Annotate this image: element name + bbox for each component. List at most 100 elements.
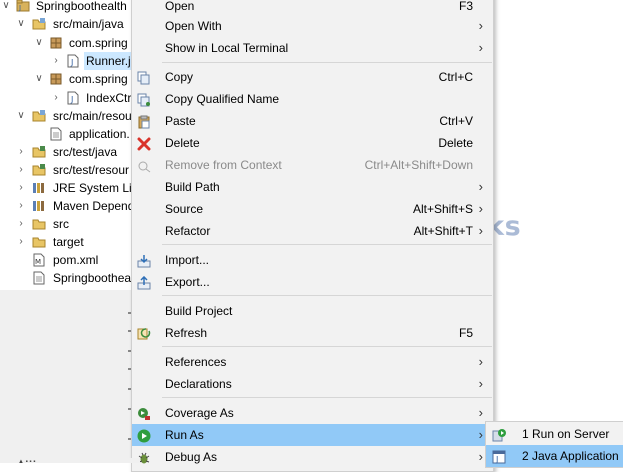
chevron-right-icon[interactable]: › bbox=[51, 52, 61, 70]
file-icon bbox=[32, 271, 46, 285]
menu-separator bbox=[162, 397, 492, 398]
menu-item-show-in-local-terminal[interactable]: Show in Local Terminal › bbox=[132, 37, 493, 59]
menu-item-declarations[interactable]: Declarations › bbox=[132, 373, 493, 395]
delete-icon bbox=[137, 136, 151, 151]
menu-item-references[interactable]: References › bbox=[132, 351, 493, 373]
menu-item-export[interactable]: Export... bbox=[132, 271, 493, 293]
library-icon bbox=[32, 181, 46, 195]
refresh-icon bbox=[137, 326, 151, 340]
menu-separator bbox=[162, 244, 492, 245]
expand-arrow-icon[interactable]: ∨ bbox=[16, 15, 26, 33]
menu-item-label: Refactor bbox=[165, 224, 211, 238]
tree-item-label: com.spring bbox=[69, 36, 128, 50]
java-file-icon: J bbox=[66, 91, 80, 105]
run-on-server-icon bbox=[492, 427, 506, 442]
submenu-arrow-icon: › bbox=[478, 405, 483, 420]
context-menu: Open F3 Open With › Show in Local Termin… bbox=[131, 0, 494, 472]
menu-item-shortcut: Delete bbox=[438, 136, 473, 150]
submenu-item-run-on-server[interactable]: 1 Run on Server bbox=[486, 423, 623, 445]
tree-item-label: Runner.j bbox=[84, 52, 133, 70]
tree-item-label: application. bbox=[69, 127, 130, 141]
menu-item-label: Export... bbox=[165, 275, 210, 289]
menu-item-build-path[interactable]: Build Path › bbox=[132, 176, 493, 198]
source-folder-icon bbox=[32, 17, 46, 31]
run-icon bbox=[137, 428, 151, 443]
tree-item-label: Springboothealth bbox=[36, 0, 127, 13]
menu-item-debug-as[interactable]: Debug As › bbox=[132, 446, 493, 468]
menu-item-label: Copy Qualified Name bbox=[165, 92, 280, 106]
tree-item-label: src/test/resour bbox=[53, 163, 130, 177]
source-folder-icon bbox=[32, 109, 46, 123]
source-folder-icon bbox=[32, 163, 46, 177]
menu-item-delete[interactable]: Delete Delete bbox=[132, 132, 493, 154]
submenu-item-java-application[interactable]: J 2 Java Application bbox=[486, 445, 623, 467]
menu-item-label: Copy bbox=[165, 70, 194, 84]
tree-item-label: target bbox=[53, 235, 84, 249]
tree-item-label: src/main/java bbox=[53, 17, 124, 31]
svg-text:J: J bbox=[70, 58, 73, 67]
copy-qualified-icon bbox=[137, 92, 151, 107]
tree-item-label: src bbox=[53, 217, 69, 231]
menu-item-copy-qualified-name[interactable]: Copy Qualified Name bbox=[132, 88, 493, 110]
properties-file-icon bbox=[49, 127, 63, 141]
remove-context-icon bbox=[137, 158, 151, 173]
menu-item-run-as[interactable]: Run As › bbox=[132, 424, 493, 446]
menu-item-paste[interactable]: Paste Ctrl+V bbox=[132, 110, 493, 132]
submenu-arrow-icon: › bbox=[478, 18, 483, 33]
menu-item-build-project[interactable]: Build Project bbox=[132, 300, 493, 322]
submenu-item-label: 1 Run on Server bbox=[522, 427, 610, 441]
menu-item-open-with[interactable]: Open With › bbox=[132, 15, 493, 37]
menu-item-shortcut: Ctrl+C bbox=[438, 70, 473, 84]
chevron-right-icon[interactable]: › bbox=[51, 89, 61, 107]
menu-item-label: References bbox=[165, 355, 227, 369]
menu-item-shortcut: Alt+Shift+S bbox=[412, 202, 473, 216]
expand-arrow-icon[interactable]: ∨ bbox=[1, 0, 11, 15]
menu-item-coverage-as[interactable]: Coverage As › bbox=[132, 402, 493, 424]
chevron-right-icon[interactable]: › bbox=[16, 143, 26, 161]
menu-item-label: Build Project bbox=[165, 304, 233, 318]
menu-item-label: Open With bbox=[165, 19, 222, 33]
expand-arrow-icon[interactable]: ∨ bbox=[34, 70, 44, 88]
tree-item-label: Maven Depend bbox=[53, 199, 135, 213]
source-folder-icon bbox=[32, 145, 46, 159]
menu-item-source[interactable]: Source Alt+Shift+S › bbox=[132, 198, 493, 220]
svg-text:M: M bbox=[35, 258, 41, 266]
expand-arrow-icon[interactable]: ∨ bbox=[16, 107, 26, 125]
menu-item-label: Delete bbox=[165, 136, 200, 150]
menu-item-label: Paste bbox=[165, 114, 196, 128]
chevron-right-icon[interactable]: › bbox=[16, 233, 26, 251]
chevron-right-icon[interactable]: › bbox=[16, 215, 26, 233]
menu-item-copy[interactable]: Copy Ctrl+C bbox=[132, 66, 493, 88]
menu-item-shortcut: Ctrl+V bbox=[439, 114, 473, 128]
chevron-right-icon[interactable]: › bbox=[16, 161, 26, 179]
menu-item-label: Import... bbox=[165, 253, 210, 267]
submenu-arrow-icon: › bbox=[478, 201, 483, 216]
status-strip: ▲ ▪ ▪ ▪ bbox=[0, 458, 140, 465]
menu-item-refresh[interactable]: Refresh F5 bbox=[132, 322, 493, 344]
folder-icon bbox=[32, 217, 46, 231]
chevron-right-icon[interactable]: › bbox=[16, 179, 26, 197]
tree-item-label: com.spring bbox=[69, 72, 128, 86]
menu-item-label: Source bbox=[165, 202, 204, 216]
svg-text:J: J bbox=[18, 4, 21, 12]
run-as-submenu: 1 Run on Server J 2 Java Application bbox=[485, 421, 623, 468]
menu-item-refactor[interactable]: Refactor Alt+Shift+T › bbox=[132, 220, 493, 242]
copy-icon bbox=[137, 70, 151, 85]
svg-text:J: J bbox=[70, 95, 73, 104]
menu-separator bbox=[162, 346, 492, 347]
chevron-right-icon[interactable]: › bbox=[16, 197, 26, 215]
menu-item-label: Debug As bbox=[165, 450, 218, 464]
package-icon bbox=[49, 72, 63, 86]
tree-item-label: Springboothea bbox=[53, 271, 132, 285]
folder-icon bbox=[32, 235, 46, 249]
menu-item-import[interactable]: Import... bbox=[132, 249, 493, 271]
submenu-arrow-icon: › bbox=[478, 40, 483, 55]
project-explorer-tree: ∨ J Springboothealth ∨ src/main/java ∨ c… bbox=[0, 0, 140, 290]
expand-arrow-icon[interactable]: ∨ bbox=[34, 34, 44, 52]
submenu-arrow-icon: › bbox=[478, 376, 483, 391]
menu-item-label: Run As bbox=[165, 428, 204, 442]
status-dots: ▲ ▪ ▪ ▪ bbox=[18, 459, 36, 465]
menu-item-label: Remove from Context bbox=[165, 158, 282, 172]
export-icon bbox=[137, 275, 151, 290]
menu-item-label: Coverage As bbox=[165, 406, 234, 420]
